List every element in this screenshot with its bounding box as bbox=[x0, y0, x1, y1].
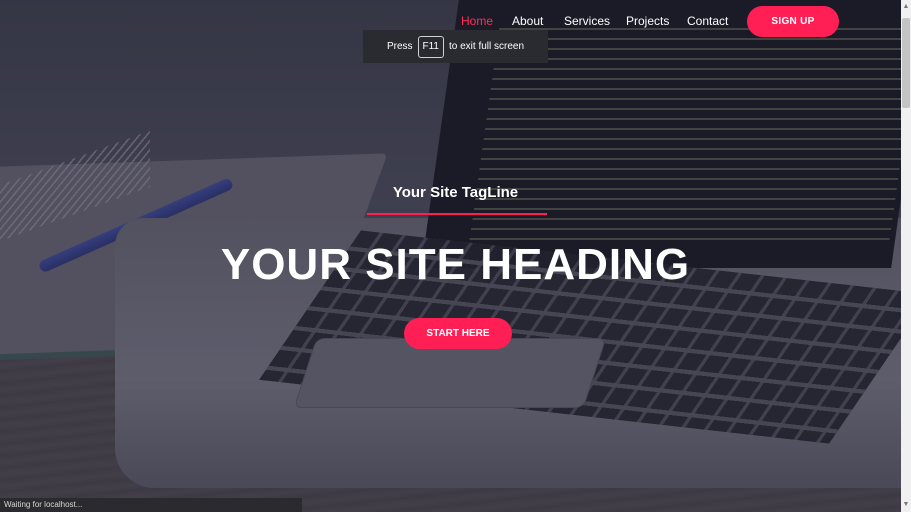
site-heading: YOUR SITE HEADING bbox=[220, 240, 691, 289]
hero-section: Home About Services Projects Contact SIG… bbox=[0, 0, 901, 512]
nav-link-about[interactable]: About bbox=[512, 14, 543, 28]
signup-button[interactable]: SIGN UP bbox=[747, 6, 839, 37]
page-scrollbar[interactable]: ▲ ▼ bbox=[901, 0, 911, 512]
browser-status-bar: Waiting for localhost... bbox=[0, 498, 302, 512]
nav-link-contact[interactable]: Contact bbox=[687, 14, 728, 28]
scroll-up-arrow-icon[interactable]: ▲ bbox=[902, 2, 910, 12]
start-here-button[interactable]: START HERE bbox=[404, 318, 512, 349]
fullscreen-notice-suffix: to exit full screen bbox=[449, 41, 525, 52]
nav-link-home[interactable]: Home bbox=[461, 14, 493, 28]
tagline-underline bbox=[367, 213, 547, 215]
scrollbar-thumb[interactable] bbox=[902, 18, 910, 108]
scroll-down-arrow-icon[interactable]: ▼ bbox=[902, 500, 910, 510]
site-tagline: Your Site TagLine bbox=[392, 184, 519, 201]
f11-key-badge: F11 bbox=[417, 35, 444, 58]
fullscreen-notice-prefix: Press bbox=[386, 41, 413, 52]
fullscreen-notice: Press F11 to exit full screen bbox=[363, 30, 548, 63]
nav-link-services[interactable]: Services bbox=[564, 14, 610, 28]
nav-link-projects[interactable]: Projects bbox=[626, 14, 669, 28]
